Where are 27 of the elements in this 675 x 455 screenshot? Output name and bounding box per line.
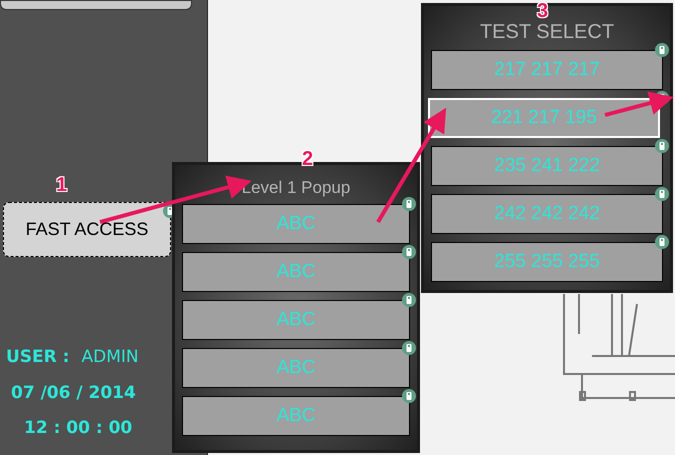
step-number: 1 bbox=[56, 173, 68, 198]
padlock-icon bbox=[402, 245, 416, 260]
menu-item[interactable]: ABC bbox=[182, 348, 410, 388]
arrow bbox=[604, 91, 674, 117]
menu-item[interactable]: ABC bbox=[182, 396, 410, 436]
menu-item[interactable]: ABC bbox=[182, 300, 410, 340]
menu-item[interactable]: 221 217 195 bbox=[428, 98, 660, 138]
menu-item[interactable]: 242 242 242 bbox=[431, 194, 663, 234]
user-label: USER : bbox=[6, 346, 70, 369]
fast-access-button[interactable]: FAST ACCESS bbox=[3, 202, 171, 257]
top-button[interactable] bbox=[0, 0, 192, 10]
padlock-icon bbox=[655, 235, 669, 249]
time-text: 12 : 00 : 00 bbox=[23, 417, 134, 440]
menu-item[interactable]: ABC bbox=[182, 204, 410, 244]
padlock-icon bbox=[402, 389, 416, 404]
padlock-icon bbox=[655, 139, 669, 153]
menu-item[interactable]: 235 241 222 bbox=[431, 146, 663, 186]
padlock-icon bbox=[402, 197, 416, 212]
padlock-icon bbox=[655, 43, 669, 57]
padlock-icon bbox=[655, 187, 669, 201]
menu-item[interactable]: 217 217 217 bbox=[431, 50, 663, 90]
menu-item[interactable]: ABC bbox=[182, 252, 410, 292]
date-text: 07 /06 / 2014 bbox=[10, 382, 137, 404]
padlock-icon bbox=[402, 293, 416, 308]
padlock-icon bbox=[402, 341, 416, 356]
menu-item[interactable]: 255 255 255 bbox=[431, 242, 663, 282]
user-name: ADMIN bbox=[81, 346, 139, 369]
